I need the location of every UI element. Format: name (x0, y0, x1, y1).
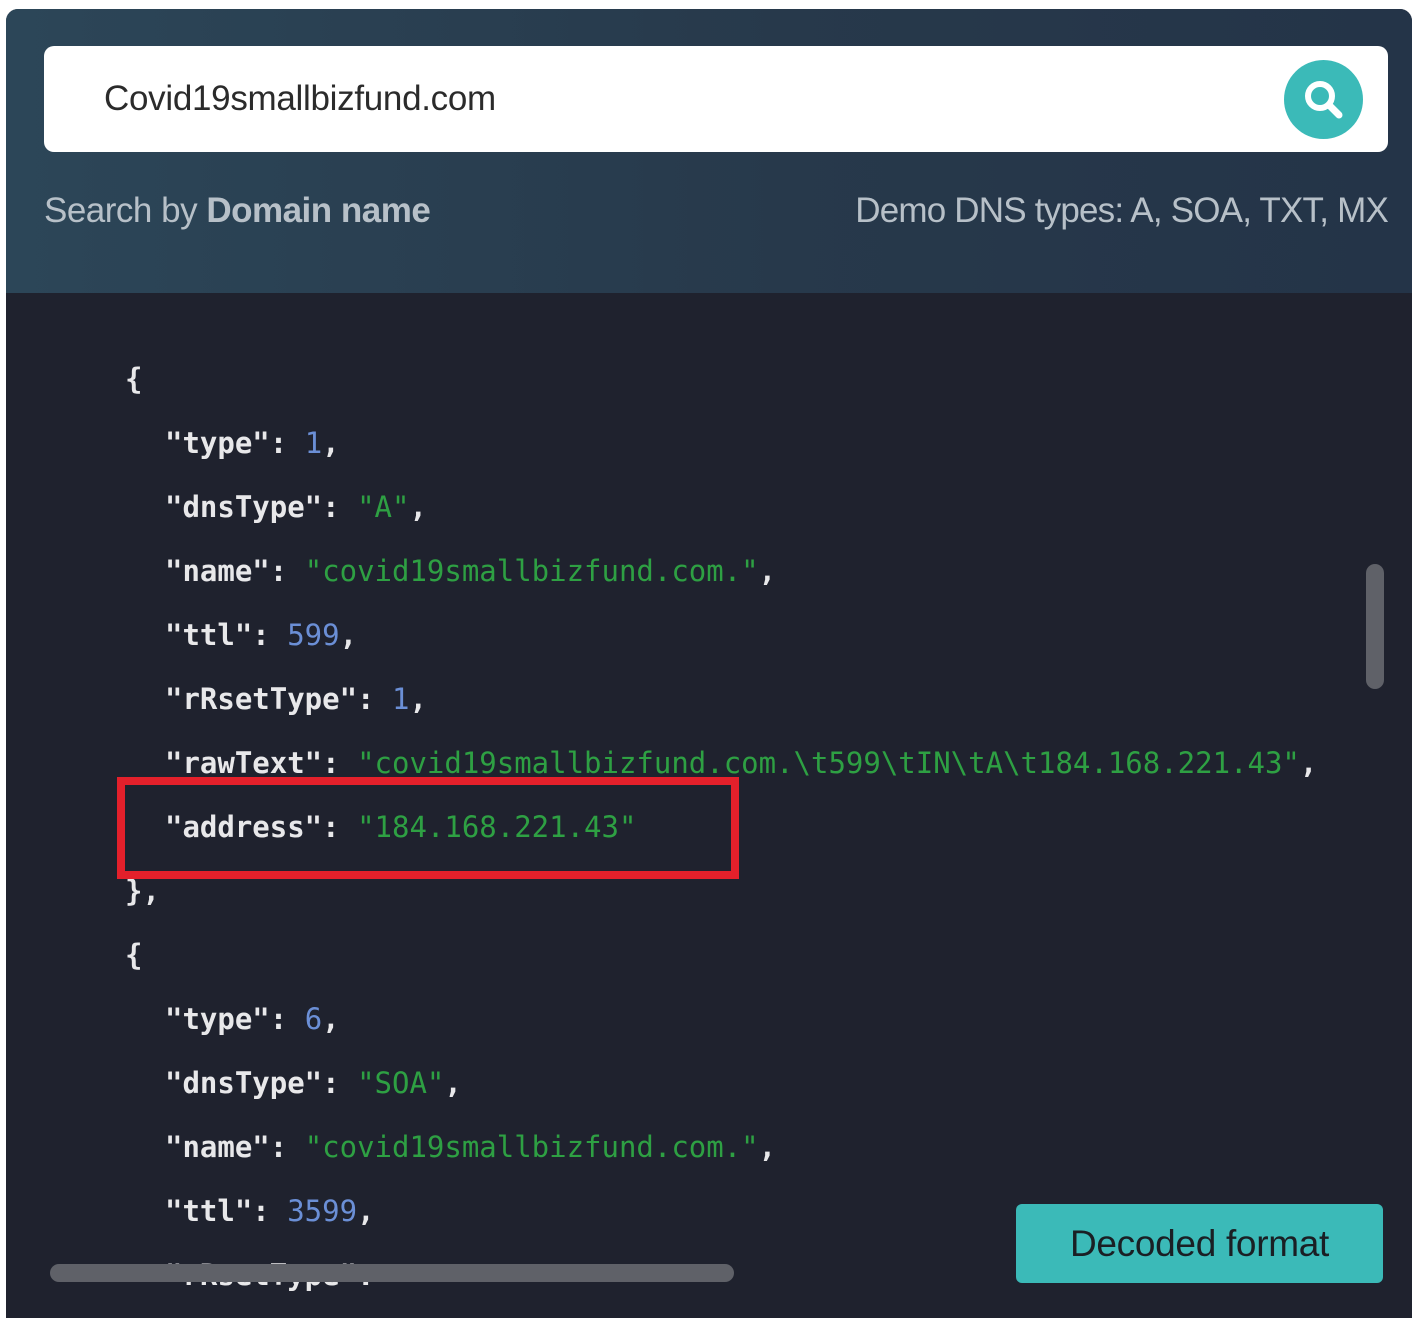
decoded-format-button[interactable]: Decoded format (1016, 1204, 1383, 1283)
code-line: "rRsetType": 1, (165, 682, 427, 716)
address-highlight-box (117, 777, 739, 879)
code-line: "type": 1, (165, 426, 340, 460)
dns-lookup-widget: Covid19smallbizfund.com Search by Domain… (6, 9, 1412, 1318)
vertical-scrollbar[interactable] (1366, 564, 1384, 689)
search-mode-label: Domain name (206, 191, 431, 230)
horizontal-scrollbar[interactable] (50, 1264, 734, 1282)
search-input[interactable]: Covid19smallbizfund.com (104, 46, 496, 152)
code-line: "type": 6, (165, 1002, 340, 1036)
magnifier-icon (1305, 81, 1343, 119)
code-line: "ttl": 599, (165, 618, 358, 652)
search-box[interactable]: Covid19smallbizfund.com (44, 46, 1388, 152)
code-line: "ttl": 3599, (165, 1194, 375, 1228)
search-header: Covid19smallbizfund.com Search by Domain… (6, 9, 1412, 293)
code-line: "dnsType": "SOA", (165, 1066, 462, 1100)
dns-types-note: Demo DNS types: A, SOA, TXT, MX (855, 191, 1389, 230)
code-line: "name": "covid19smallbizfund.com.", (165, 554, 777, 588)
search-hint: Search by Domain name (44, 191, 431, 230)
code-line: { (125, 362, 143, 396)
search-button[interactable] (1284, 60, 1363, 139)
code-line: "name": "covid19smallbizfund.com.", (165, 1130, 777, 1164)
code-line: { (125, 938, 143, 972)
code-line: "dnsType": "A", (165, 490, 427, 524)
